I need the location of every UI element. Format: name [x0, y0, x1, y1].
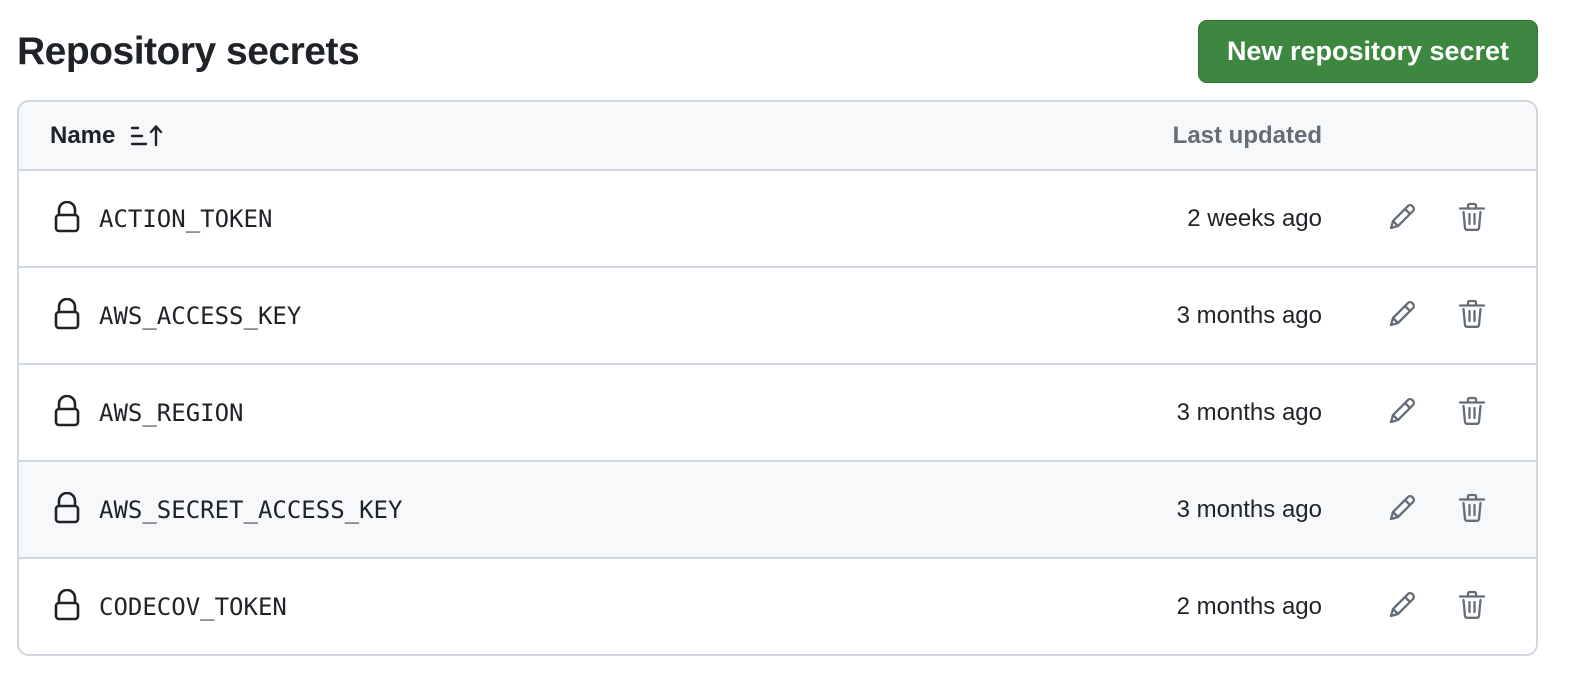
table-row-1: ACTION_TOKEN 2 weeks ago [19, 171, 1536, 268]
last-updated-value: 2 months ago [1176, 592, 1322, 620]
secret-name: CODECOV_TOKEN [99, 592, 287, 621]
table-row-2: AWS_ACCESS_KEY 3 months ago [19, 268, 1536, 365]
pencil-icon [1386, 201, 1418, 238]
last-updated-value: 2 weeks ago [1187, 204, 1322, 232]
secrets-list: ACTION_TOKEN 2 weeks ago AWS_ACCESS_KEY … [19, 171, 1536, 654]
lock-icon [53, 297, 81, 330]
trash-icon [1457, 201, 1487, 238]
edit-secret-button[interactable] [1382, 587, 1422, 627]
last-updated-value: 3 months ago [1176, 495, 1322, 523]
page-title: Repository secrets [17, 30, 360, 73]
pencil-icon [1386, 492, 1418, 529]
delete-secret-button[interactable] [1452, 393, 1492, 433]
pencil-icon [1386, 395, 1418, 432]
delete-secret-button[interactable] [1452, 587, 1492, 627]
edit-secret-button[interactable] [1382, 393, 1422, 433]
lock-icon [53, 200, 81, 233]
last-updated-value: 3 months ago [1176, 301, 1322, 329]
secret-name: AWS_SECRET_ACCESS_KEY [99, 495, 403, 524]
table-row-3: AWS_REGION 3 months ago [19, 365, 1536, 462]
secret-name: AWS_ACCESS_KEY [99, 301, 302, 330]
trash-icon [1457, 492, 1487, 529]
trash-icon [1457, 395, 1487, 432]
pencil-icon [1386, 589, 1418, 626]
name-column-label: Name [50, 121, 116, 149]
delete-secret-button[interactable] [1452, 490, 1492, 530]
name-column-sort[interactable]: Name [50, 102, 165, 169]
new-repository-secret-button[interactable]: New repository secret [1198, 20, 1538, 83]
sort-ascending-icon [129, 123, 165, 149]
delete-secret-button[interactable] [1452, 296, 1492, 336]
table-row-4: AWS_SECRET_ACCESS_KEY 3 months ago [19, 462, 1536, 559]
lock-icon [53, 588, 81, 621]
table-row-5: CODECOV_TOKEN 2 months ago [19, 559, 1536, 654]
trash-icon [1457, 589, 1487, 626]
secret-name: AWS_REGION [99, 398, 244, 427]
lock-icon [53, 394, 81, 427]
edit-secret-button[interactable] [1382, 490, 1422, 530]
pencil-icon [1386, 298, 1418, 335]
table-header: Name Last updated [19, 102, 1536, 171]
repository-secrets-page: Repository secrets New repository secret… [0, 0, 1582, 686]
trash-icon [1457, 298, 1487, 335]
edit-secret-button[interactable] [1382, 296, 1422, 336]
edit-secret-button[interactable] [1382, 199, 1422, 239]
last-updated-value: 3 months ago [1176, 398, 1322, 426]
delete-secret-button[interactable] [1452, 199, 1492, 239]
lock-icon [53, 491, 81, 524]
secrets-header: Repository secrets New repository secret [17, 20, 1538, 84]
secrets-table: Name Last updated ACTION_TOKEN 2 weeks a… [17, 100, 1538, 656]
secret-name: ACTION_TOKEN [99, 204, 273, 233]
last-updated-column-label: Last updated [1172, 121, 1322, 149]
